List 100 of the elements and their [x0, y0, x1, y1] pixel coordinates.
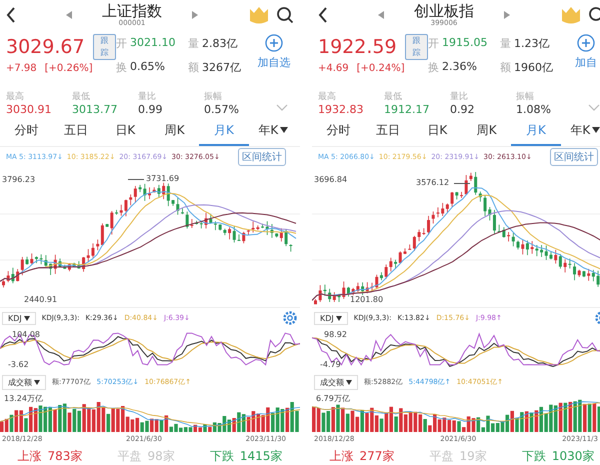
breadth-label: 平盘: [430, 448, 454, 465]
stat-value: 1932.83: [318, 103, 364, 116]
quote-label: 量: [500, 36, 511, 52]
period-tab[interactable]: 五日: [51, 116, 101, 146]
kdj-min-label: -3.62: [8, 360, 29, 369]
axis-max-label: 3796.23: [2, 175, 36, 184]
quote-label: 开: [116, 36, 127, 52]
breadth-count: 98家: [148, 448, 175, 465]
add-watchlist-link[interactable]: 加自选: [258, 55, 290, 70]
peak-label: 3731.69: [146, 174, 180, 183]
previous-icon[interactable]: [66, 11, 72, 19]
indicator-dropdown[interactable]: KDJ: [314, 312, 348, 324]
period-tab[interactable]: 周K: [150, 116, 200, 146]
indicator-dropdown[interactable]: KDJ: [2, 312, 36, 324]
peak-label: 3576.12: [416, 178, 450, 187]
index-price: 1922.59: [318, 36, 397, 58]
low-label: 2440.91: [24, 295, 58, 304]
low-label: 1201.80: [350, 295, 384, 304]
period-tab[interactable]: 月K: [511, 116, 561, 146]
caret-icon: [24, 316, 30, 320]
index-title: 创业板指: [414, 2, 474, 18]
period-tab[interactable]: 日K: [412, 116, 462, 146]
stat-value: 0.57%: [204, 103, 240, 116]
range-stats-button[interactable]: 区间统计: [550, 148, 598, 166]
caret-icon: [336, 316, 342, 320]
back-icon[interactable]: [6, 7, 16, 23]
breadth-label: 下跌: [210, 448, 234, 465]
period-tab[interactable]: 分时: [314, 116, 364, 146]
price-change: +4.69: [318, 63, 349, 74]
breadth-count: 1415家: [240, 448, 282, 465]
quote-label: 量: [188, 36, 199, 52]
volume-max-label: 6.79万亿: [316, 394, 350, 403]
percent-change: [+0.26%]: [44, 63, 93, 74]
add-icon[interactable]: [577, 34, 595, 52]
breadth-label: 下跌: [522, 448, 546, 465]
breadth-label: 上涨: [330, 448, 354, 465]
stat-value: 0.92: [450, 103, 476, 116]
period-tab[interactable]: 分时: [2, 116, 52, 146]
quote-value: 3021.10: [130, 36, 176, 51]
index-price: 3029.67: [6, 36, 85, 58]
quote-label: 开: [428, 36, 439, 52]
period-tab[interactable]: 五日: [363, 116, 413, 146]
quote-label: 额: [188, 60, 199, 76]
period-tab[interactable]: 日K: [100, 116, 150, 146]
quote-label: 额: [500, 60, 511, 76]
stat-value: 0.99: [138, 103, 164, 116]
index-title: 上证指数: [102, 2, 162, 18]
quote-value: 3267亿: [202, 60, 241, 76]
search-icon[interactable]: [276, 6, 294, 24]
breadth-count: 1030家: [552, 448, 594, 465]
breadth-label: 平盘: [118, 448, 142, 465]
quote-label: 换: [116, 60, 127, 76]
stat-label: 最低: [72, 90, 91, 103]
stat-label: 最高: [318, 90, 337, 103]
price-change: +7.98: [6, 63, 37, 74]
breadth-count: 19家: [460, 448, 487, 465]
indicator-dropdown[interactable]: 成交额: [314, 374, 358, 390]
indicator-dropdown[interactable]: 成交额: [2, 374, 46, 390]
quote-label: 换: [428, 60, 439, 76]
leader-line: [128, 179, 144, 180]
stat-label: 振幅: [204, 90, 223, 103]
stat-label: 最高: [6, 90, 25, 103]
quote-value: 1915.05: [442, 36, 488, 51]
breadth-count: 783家: [48, 448, 82, 465]
previous-icon[interactable]: [378, 11, 384, 19]
next-icon[interactable]: [504, 11, 510, 19]
stat-value: 3013.77: [72, 103, 118, 116]
period-tab[interactable]: 年K: [560, 116, 600, 146]
caret-icon: [346, 380, 352, 384]
breadth-count: 277家: [360, 448, 394, 465]
range-stats-button[interactable]: 区间统计: [238, 148, 286, 166]
add-icon[interactable]: [265, 34, 283, 52]
period-tab[interactable]: 周K: [462, 116, 512, 146]
quote-value: 1.23亿: [514, 36, 550, 52]
next-icon[interactable]: [192, 11, 198, 19]
kdj-max-label: 104.08: [12, 330, 40, 339]
breadth-label: 上涨: [18, 448, 42, 465]
back-icon[interactable]: [318, 7, 328, 23]
expand-icon[interactable]: [276, 104, 288, 112]
kdj-min-label: -4.79: [320, 360, 341, 369]
stat-label: 量比: [138, 90, 157, 103]
stat-value: 1912.17: [384, 103, 430, 116]
expand-icon[interactable]: [588, 104, 600, 112]
stat-label: 最低: [384, 90, 403, 103]
leader-line: [454, 183, 470, 184]
stat-label: 量比: [450, 90, 469, 103]
period-tab[interactable]: 月K: [199, 116, 249, 146]
axis-max-label: 3696.84: [314, 175, 348, 184]
quote-value: 0.65%: [130, 60, 165, 75]
stat-value: 3030.91: [6, 103, 52, 116]
stat-label: 振幅: [516, 90, 535, 103]
caret-icon: [34, 380, 40, 384]
period-tab[interactable]: 年K: [248, 116, 298, 146]
kdj-max-label: 98.92: [324, 330, 347, 339]
settings-icon[interactable]: [282, 310, 298, 326]
add-watchlist-link[interactable]: 加自: [575, 55, 597, 70]
quote-value: 2.83亿: [202, 36, 238, 52]
quote-value: 2.36%: [442, 60, 477, 75]
volume-max-label: 13.24万亿: [4, 394, 43, 403]
quote-value: 1960亿: [514, 60, 553, 76]
